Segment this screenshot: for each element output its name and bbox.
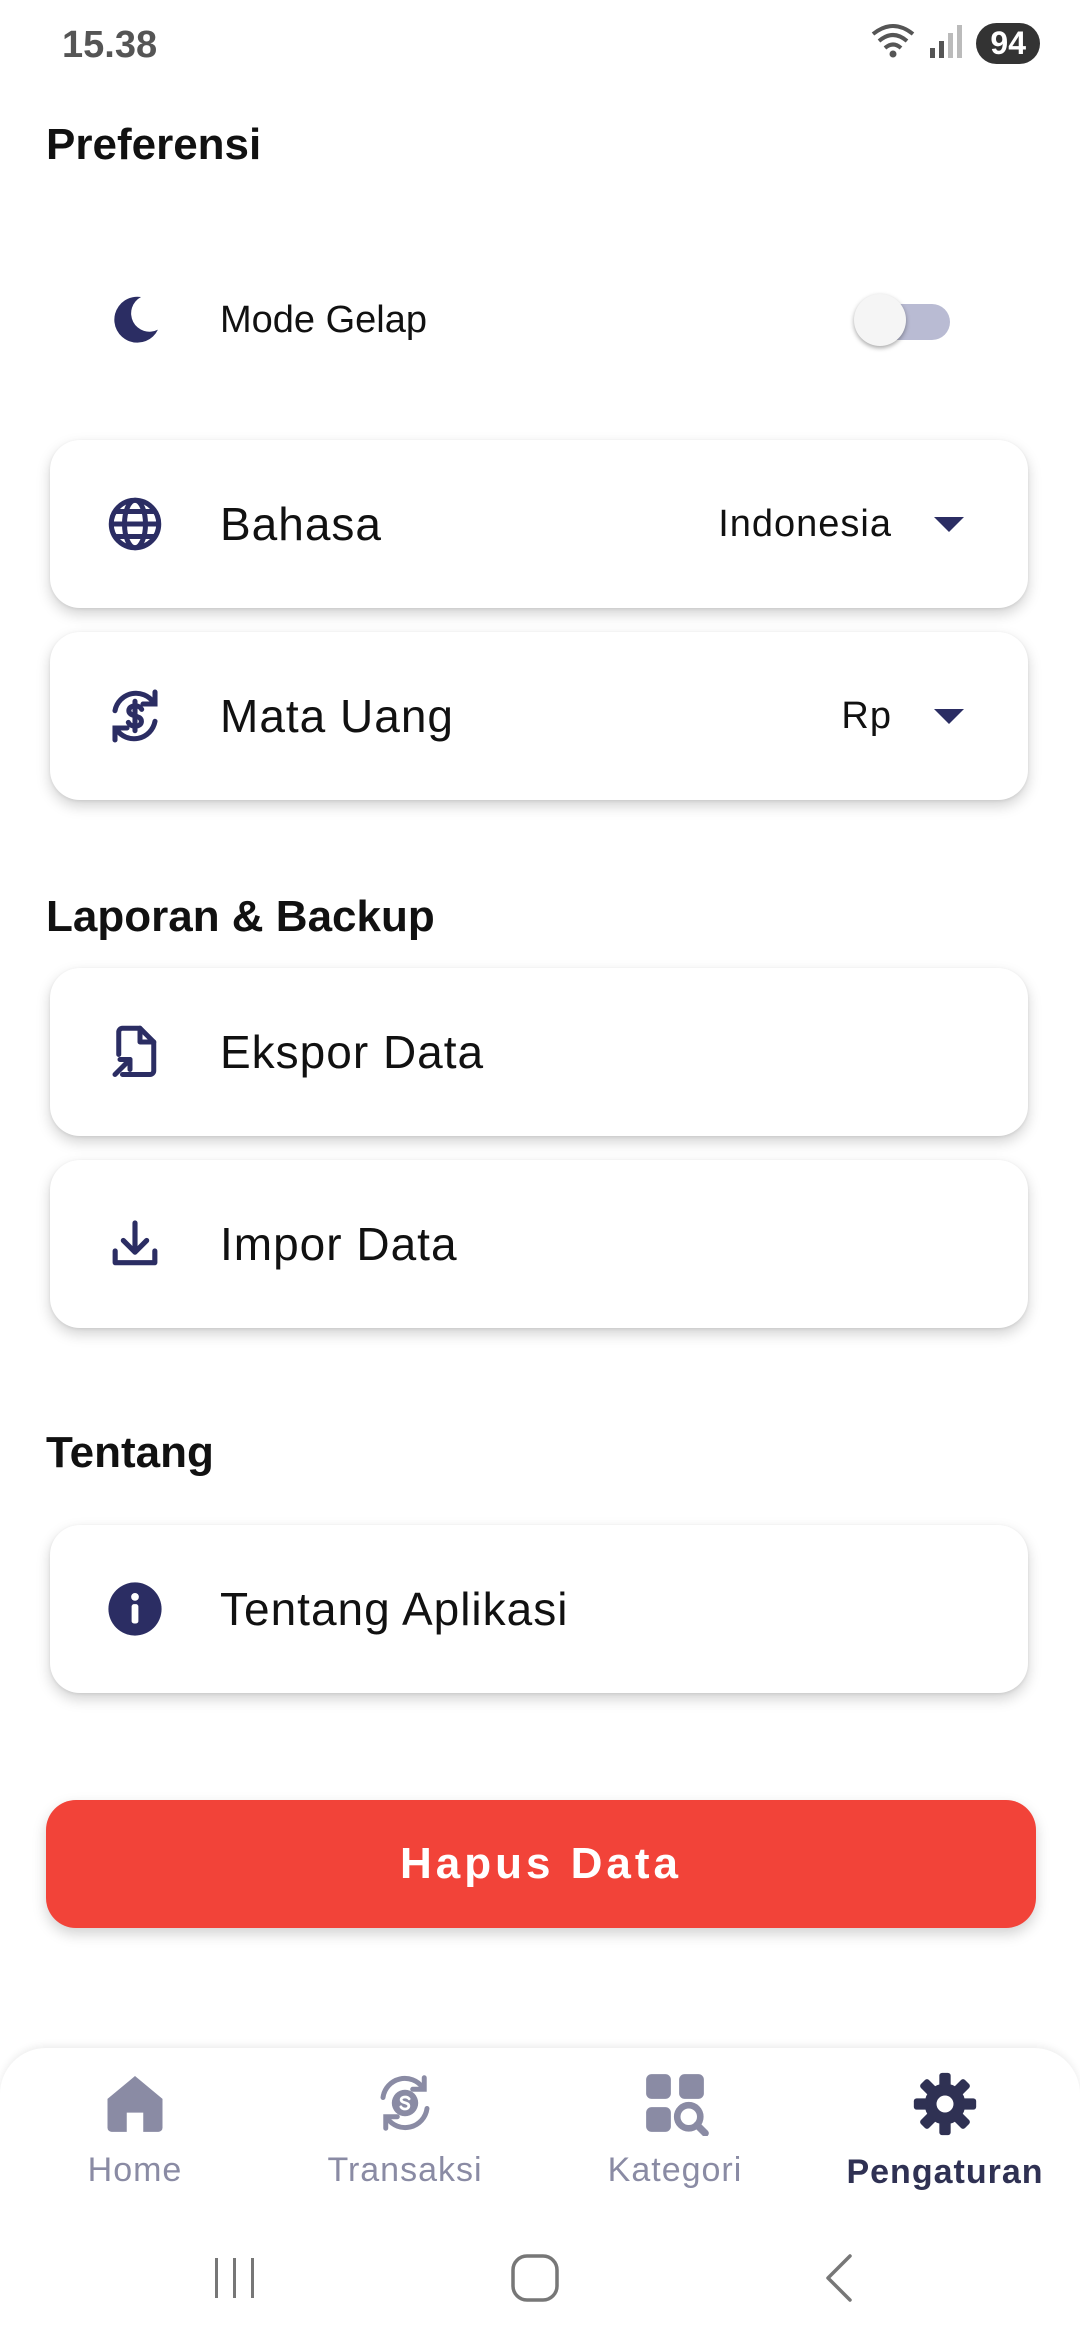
dark-mode-label: Mode Gelap (220, 298, 428, 341)
nav-item-categories[interactable]: Kategori (540, 2070, 810, 2190)
nav-item-home[interactable]: Home (0, 2070, 270, 2190)
home-button-icon[interactable] (505, 2248, 565, 2308)
recent-apps-icon[interactable] (205, 2248, 265, 2308)
currency-card[interactable]: Mata Uang Rp (50, 632, 1028, 800)
transaction-icon (372, 2070, 438, 2141)
nav-item-settings[interactable]: Pengaturan (810, 2070, 1080, 2192)
dark-mode-toggle[interactable] (854, 294, 950, 346)
currency-exchange-icon (90, 684, 180, 748)
wifi-icon (870, 22, 916, 65)
gear-icon (911, 2070, 979, 2143)
about-app-label: Tentang Aplikasi (220, 1583, 569, 1635)
caret-down-icon (934, 708, 964, 724)
system-navigation-bar (0, 2218, 1080, 2340)
export-data-label: Ekspor Data (220, 1026, 485, 1078)
currency-value: Rp (841, 694, 892, 737)
battery-indicator: 94 (976, 23, 1040, 64)
currency-dropdown[interactable]: Rp (841, 695, 964, 738)
caret-down-icon (934, 516, 964, 532)
bottom-navigation: Home Transaksi Kategori Pengaturan (0, 2048, 1080, 2218)
home-icon (101, 2070, 169, 2141)
section-title-preferences: Preferensi (46, 120, 262, 169)
moon-icon (90, 291, 180, 349)
import-data-label: Impor Data (220, 1218, 458, 1270)
globe-icon (90, 494, 180, 554)
language-card[interactable]: Bahasa Indonesia (50, 440, 1028, 608)
category-icon (641, 2070, 709, 2141)
nav-label-home: Home (87, 2151, 183, 2189)
dark-mode-row[interactable]: Mode Gelap (50, 265, 1040, 375)
download-icon (90, 1216, 180, 1272)
section-title-report-backup: Laporan & Backup (46, 892, 435, 941)
language-value: Indonesia (718, 502, 892, 545)
section-title-about: Tentang (46, 1428, 214, 1477)
signal-icon (928, 24, 964, 63)
status-icons: 94 (870, 22, 1040, 65)
nav-item-transactions[interactable]: Transaksi (270, 2070, 540, 2190)
language-label: Bahasa (220, 498, 383, 550)
nav-label-settings: Pengaturan (846, 2153, 1044, 2191)
nav-label-transactions: Transaksi (327, 2151, 483, 2189)
import-data-card[interactable]: Impor Data (50, 1160, 1028, 1328)
file-export-icon (90, 1022, 180, 1082)
status-time: 15.38 (62, 24, 158, 66)
delete-data-button[interactable]: Hapus Data (46, 1800, 1036, 1928)
about-app-card[interactable]: Tentang Aplikasi (50, 1525, 1028, 1693)
language-dropdown[interactable]: Indonesia (718, 503, 964, 546)
export-data-card[interactable]: Ekspor Data (50, 968, 1028, 1136)
info-icon (90, 1580, 180, 1638)
toggle-knob (854, 294, 906, 346)
status-bar: 15.38 94 (0, 0, 1080, 90)
nav-label-categories: Kategori (607, 2151, 743, 2189)
currency-label: Mata Uang (220, 690, 455, 742)
back-icon[interactable] (810, 2248, 870, 2308)
